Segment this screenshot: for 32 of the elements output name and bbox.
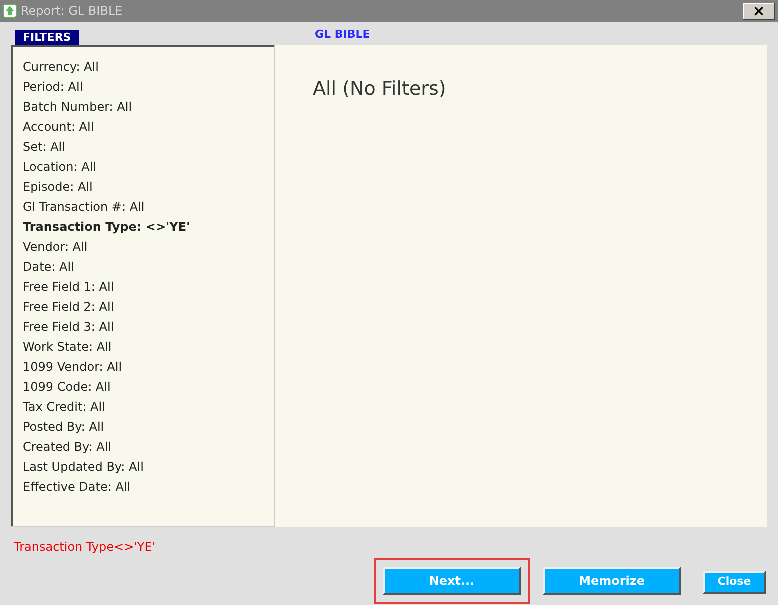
close-button[interactable]: × bbox=[743, 2, 775, 20]
filter-line: Work State: All bbox=[23, 339, 113, 356]
filter-line: Transaction Type: <>'YE' bbox=[23, 219, 192, 236]
filter-line: Account: All bbox=[23, 119, 96, 136]
filter-line: Gl Transaction #: All bbox=[23, 199, 146, 216]
filter-line: Currency: All bbox=[23, 59, 100, 76]
filter-line: Posted By: All bbox=[23, 419, 106, 436]
filter-line: Set: All bbox=[23, 139, 66, 156]
filter-line: Free Field 3: All bbox=[23, 319, 116, 336]
action-button[interactable]: Memorize bbox=[543, 567, 681, 595]
filters-tab[interactable]: FILTERS bbox=[15, 30, 80, 45]
filter-line: Location: All bbox=[23, 159, 98, 176]
app-icon bbox=[3, 4, 17, 18]
filter-line: Tax Credit: All bbox=[23, 399, 106, 416]
filter-line: Free Field 2: All bbox=[23, 299, 116, 316]
filter-line: Date: All bbox=[23, 259, 76, 276]
filter-line: Last Updated By: All bbox=[23, 459, 145, 476]
filter-line: 1099 Code: All bbox=[23, 379, 112, 396]
filter-line: Batch Number: All bbox=[23, 99, 134, 116]
filter-summary: All (No Filters) bbox=[313, 77, 448, 102]
filter-line: Period: All bbox=[23, 79, 84, 96]
filter-line: Free Field 1: All bbox=[23, 279, 116, 296]
report-title: GL BIBLE bbox=[315, 27, 370, 43]
filter-line: 1099 Vendor: All bbox=[23, 359, 124, 376]
action-button[interactable]: Next... bbox=[383, 567, 521, 595]
status-text: Transaction Type<>'YE' bbox=[14, 539, 157, 556]
filter-line: Episode: All bbox=[23, 179, 94, 196]
filter-line: Effective Date: All bbox=[23, 479, 132, 496]
window-title: Report: GL BIBLE bbox=[21, 3, 123, 20]
filter-line: Created By: All bbox=[23, 439, 112, 456]
filter-line: Vendor: All bbox=[23, 239, 89, 256]
action-button[interactable]: Close bbox=[703, 571, 766, 594]
